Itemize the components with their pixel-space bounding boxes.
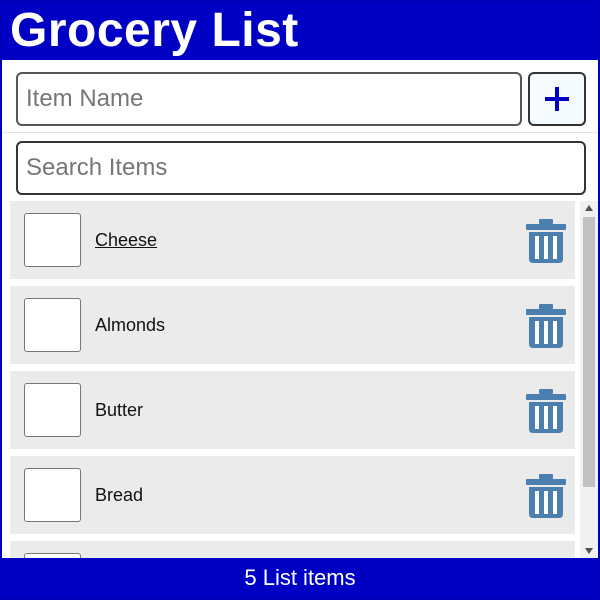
search-form [2,133,598,199]
item-checkbox[interactable] [24,298,81,352]
grocery-list: Cheese Almonds Butter Bread [10,201,600,558]
list-item: Bread [10,456,575,534]
list-item: Cheese [10,201,575,279]
item-label[interactable]: Butter [95,371,143,449]
item-checkbox[interactable] [24,468,81,522]
trash-icon[interactable] [526,219,566,263]
item-checkbox[interactable] [24,213,81,267]
list-item: Almonds [10,286,575,364]
trash-icon[interactable] [526,304,566,348]
app-window: Grocery List Cheese [0,0,600,600]
item-name-input[interactable] [16,72,522,126]
add-item-button[interactable] [528,72,586,126]
app-header: Grocery List [2,2,598,60]
chevron-down-icon[interactable] [580,544,598,558]
add-item-form [2,60,598,133]
item-checkbox[interactable] [24,383,81,437]
list-item: Butter [10,371,575,449]
plus-icon [545,87,569,111]
trash-icon[interactable] [526,474,566,518]
list-scrollbar[interactable] [580,201,598,558]
search-input[interactable] [16,141,586,195]
item-label[interactable]: Almonds [95,286,165,364]
trash-icon[interactable] [526,389,566,433]
page-title: Grocery List [10,4,299,57]
item-count-footer: 5 List items [2,558,598,598]
item-label[interactable]: Cheese [95,201,157,279]
chevron-up-icon[interactable] [580,201,598,215]
list-item [10,541,575,558]
item-label[interactable]: Bread [95,456,143,534]
scrollbar-thumb[interactable] [583,217,595,487]
